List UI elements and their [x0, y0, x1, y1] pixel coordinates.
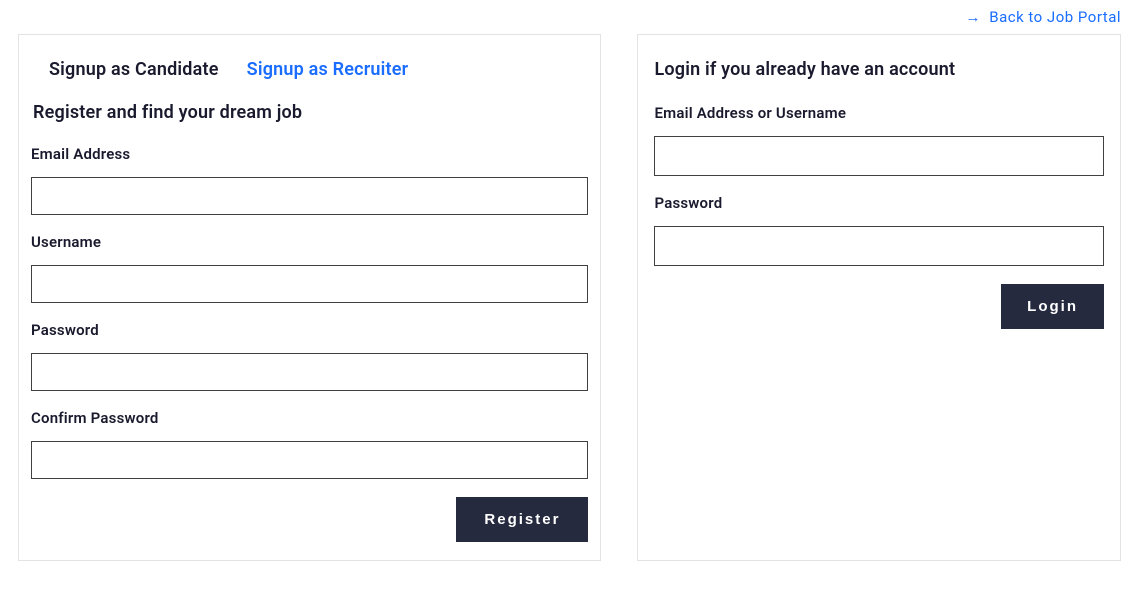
- login-password-input[interactable]: [654, 226, 1104, 266]
- login-button-row: Login: [654, 284, 1104, 329]
- signup-tabs: Signup as Candidate Signup as Recruiter: [31, 59, 588, 80]
- arrow-right-icon: →: [965, 8, 981, 26]
- confirm-password-label: Confirm Password: [31, 409, 588, 427]
- login-email-input[interactable]: [654, 136, 1104, 176]
- username-label: Username: [31, 233, 588, 251]
- back-to-portal-link[interactable]: → Back to Job Portal: [965, 8, 1121, 26]
- username-input[interactable]: [31, 265, 588, 303]
- signup-panel: Signup as Candidate Signup as Recruiter …: [18, 34, 601, 561]
- tab-signup-candidate[interactable]: Signup as Candidate: [49, 59, 219, 80]
- password-input[interactable]: [31, 353, 588, 391]
- form-group-password: Password: [31, 321, 588, 391]
- register-button-row: Register: [31, 497, 588, 542]
- main-container: Signup as Candidate Signup as Recruiter …: [0, 0, 1139, 561]
- tab-signup-recruiter[interactable]: Signup as Recruiter: [247, 59, 409, 80]
- login-password-label: Password: [654, 194, 1104, 212]
- form-group-login-password: Password: [654, 194, 1104, 266]
- form-group-username: Username: [31, 233, 588, 303]
- form-group-login-email: Email Address or Username: [654, 104, 1104, 176]
- form-group-email: Email Address: [31, 145, 588, 215]
- email-label: Email Address: [31, 145, 588, 163]
- back-link-text: Back to Job Portal: [989, 8, 1121, 26]
- signup-subheading: Register and find your dream job: [31, 102, 588, 123]
- login-button[interactable]: Login: [1001, 284, 1104, 329]
- login-email-label: Email Address or Username: [654, 104, 1104, 122]
- password-label: Password: [31, 321, 588, 339]
- form-group-confirm-password: Confirm Password: [31, 409, 588, 479]
- login-heading: Login if you already have an account: [654, 59, 1104, 80]
- confirm-password-input[interactable]: [31, 441, 588, 479]
- login-panel: Login if you already have an account Ema…: [637, 34, 1121, 561]
- email-input[interactable]: [31, 177, 588, 215]
- register-button[interactable]: Register: [456, 497, 588, 542]
